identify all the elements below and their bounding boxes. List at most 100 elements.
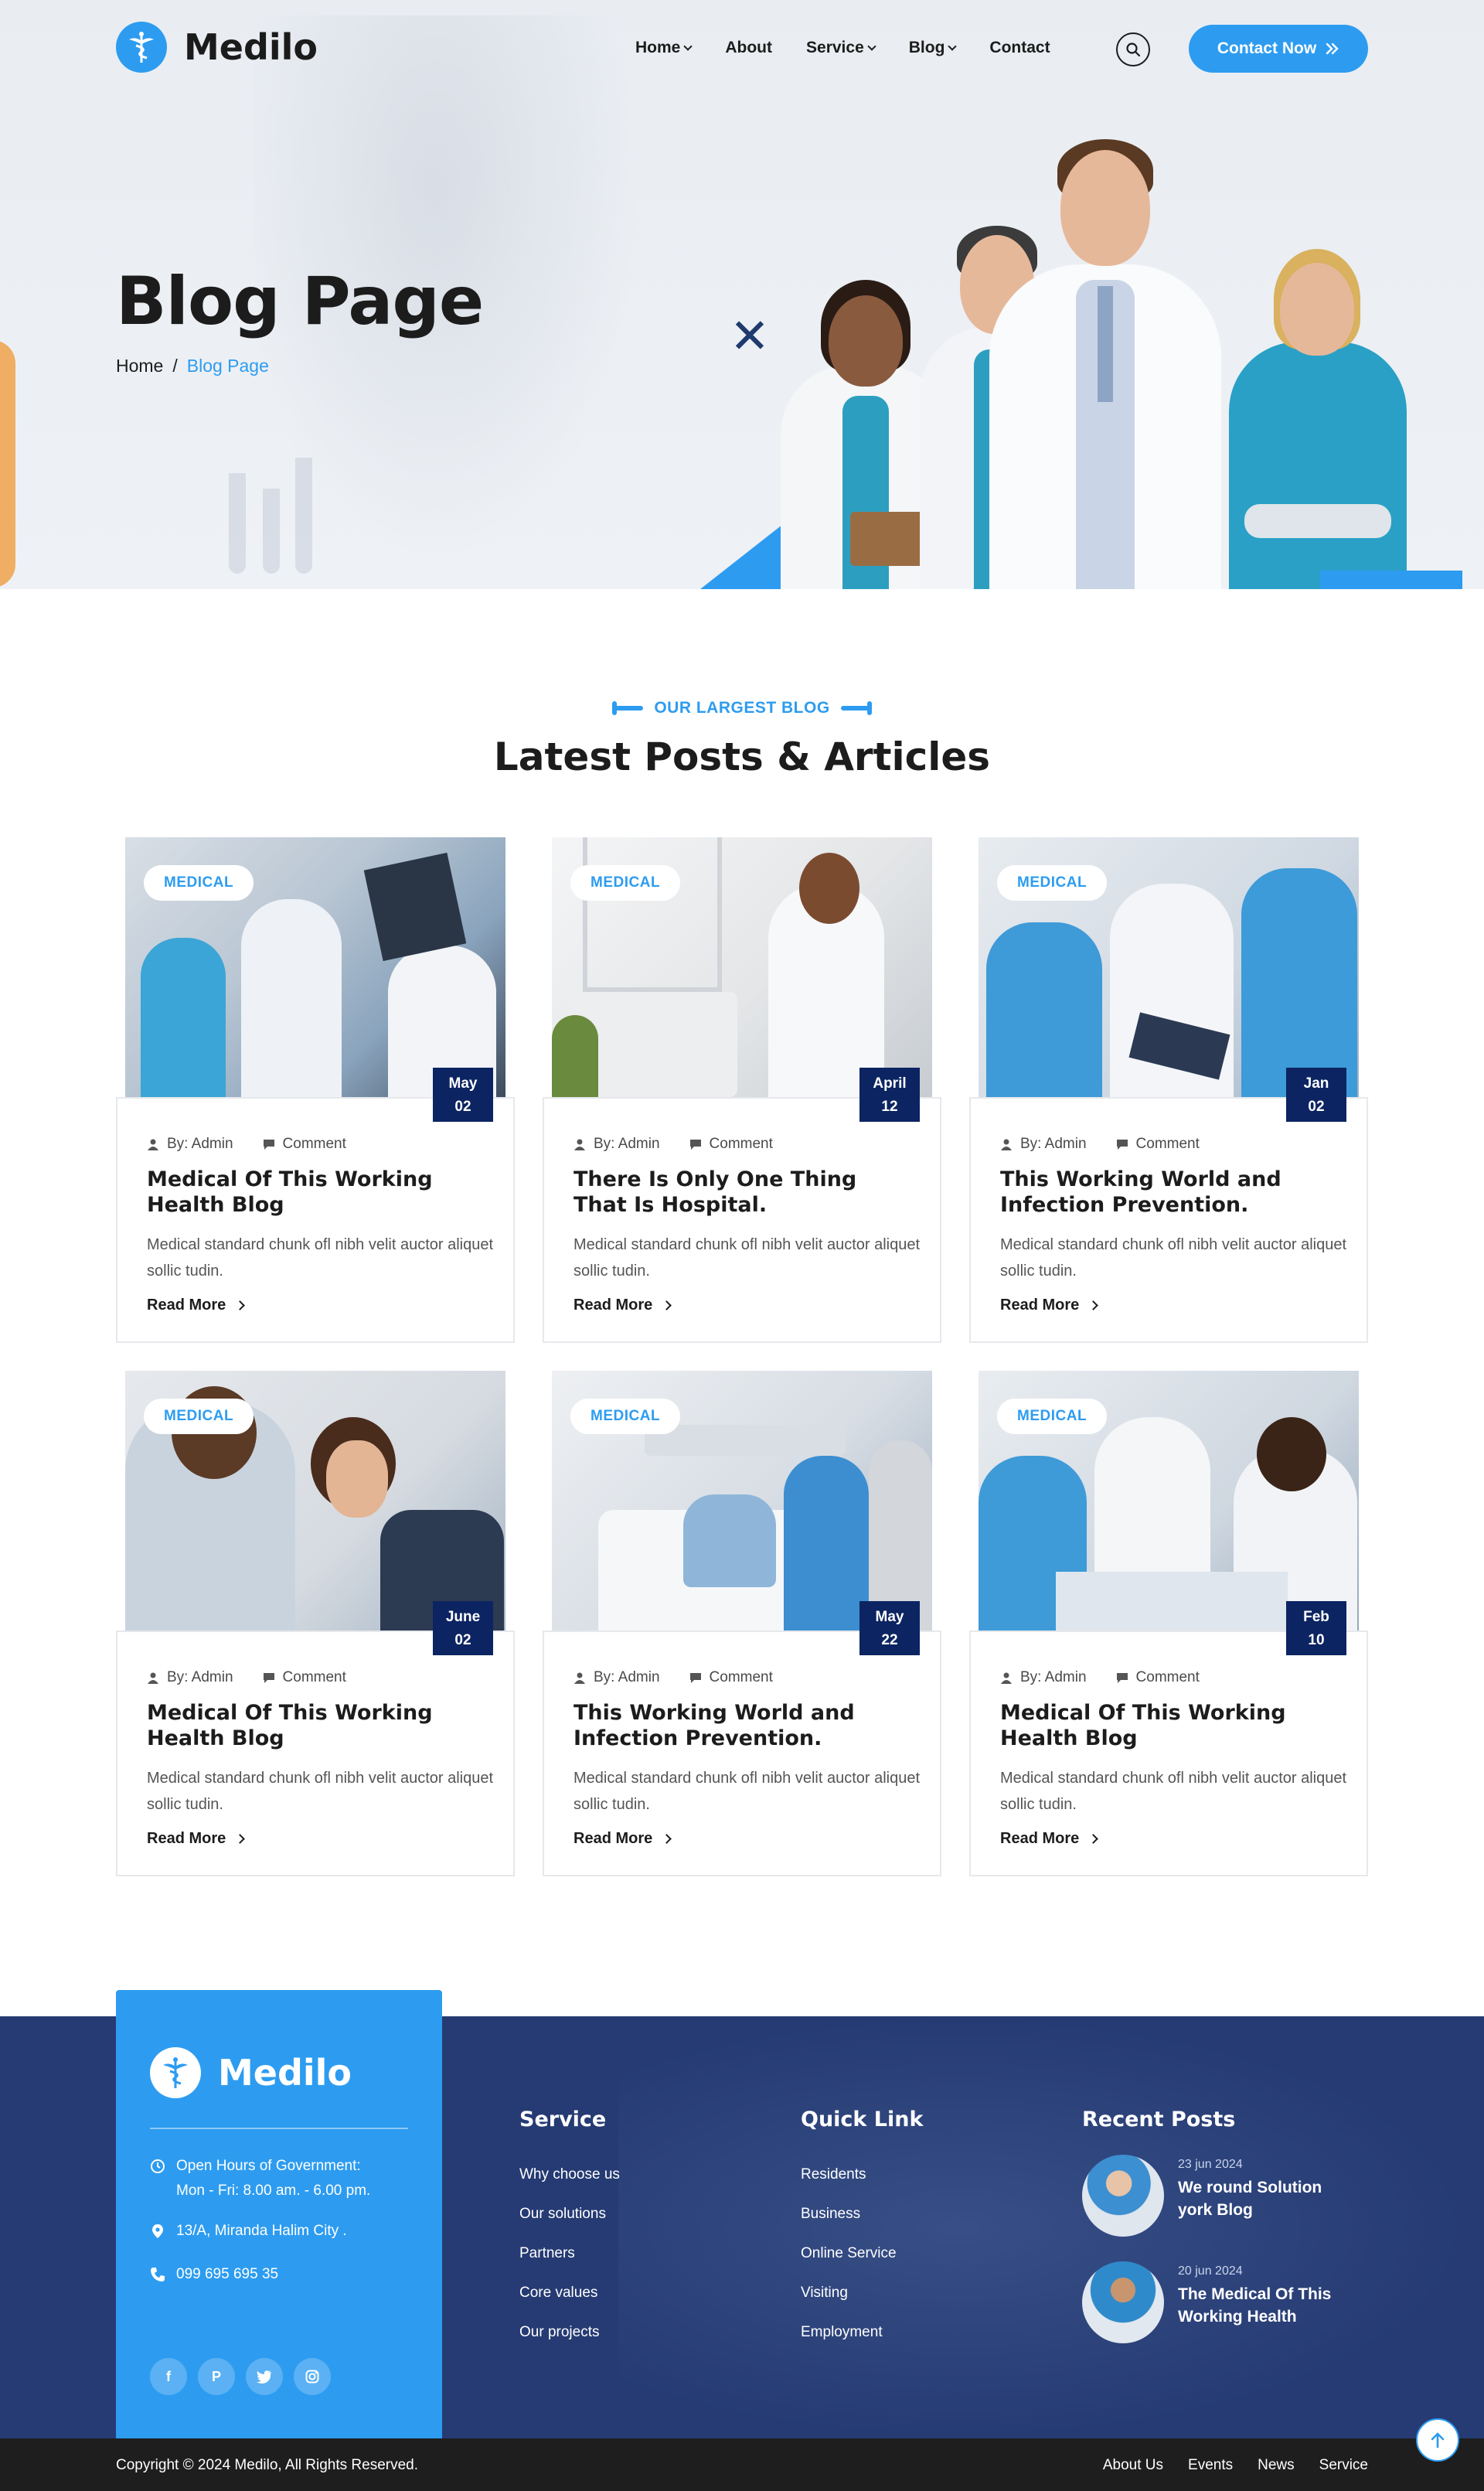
recent-post-item[interactable]: 23 jun 2024 We round Solution york Blog <box>1082 2155 1356 2237</box>
phone-icon <box>151 2268 165 2281</box>
footer-link[interactable]: Partners <box>519 2234 620 2273</box>
post-author-label: By: Admin <box>167 1136 233 1152</box>
read-more-link[interactable]: Read More <box>574 1297 672 1314</box>
post-meta: By: Admin Comment <box>574 1669 773 1686</box>
read-more-link[interactable]: Read More <box>147 1830 246 1848</box>
footer-recent-title: Recent Posts <box>1082 2108 1236 2131</box>
post-title[interactable]: Medical Of This Working Health Blog <box>147 1700 487 1751</box>
post-author-label: By: Admin <box>594 1136 660 1152</box>
post-author[interactable]: By: Admin <box>574 1669 660 1686</box>
footer-phone[interactable]: 099 695 695 35 <box>150 2262 278 2287</box>
read-more-link[interactable]: Read More <box>574 1830 672 1848</box>
recent-post-thumbnail[interactable] <box>1082 2261 1164 2343</box>
brand-logo[interactable]: Medilo <box>116 22 318 73</box>
recent-post-thumbnail[interactable] <box>1082 2155 1164 2237</box>
doctor-figure <box>1229 249 1407 589</box>
post-author[interactable]: By: Admin <box>1000 1669 1087 1686</box>
read-more-link[interactable]: Read More <box>1000 1830 1099 1848</box>
footer-link[interactable]: Core values <box>519 2273 620 2312</box>
post-author[interactable]: By: Admin <box>1000 1136 1087 1153</box>
category-tag[interactable]: MEDICAL <box>144 1399 254 1434</box>
post-comment[interactable]: Comment <box>1116 1136 1200 1153</box>
post-title[interactable]: This Working World and Infection Prevent… <box>1000 1167 1340 1218</box>
footer-link[interactable]: Why choose us <box>519 2155 620 2194</box>
footer-link[interactable]: Our solutions <box>519 2194 620 2234</box>
user-icon <box>148 1139 158 1150</box>
user-icon <box>1001 1672 1012 1684</box>
footer-link[interactable]: Business <box>801 2194 923 2234</box>
breadcrumb-home[interactable]: Home <box>116 356 163 377</box>
category-tag[interactable]: MEDICAL <box>570 865 681 901</box>
nav-contact[interactable]: Contact <box>989 39 1050 57</box>
recent-post-title[interactable]: The Medical Of This Working Health <box>1178 2283 1356 2328</box>
read-more-label: Read More <box>574 1830 653 1847</box>
brand-name: Medilo <box>184 26 318 68</box>
bottom-link-service[interactable]: Service <box>1319 2457 1368 2474</box>
footer-link[interactable]: Our projects <box>519 2312 620 2352</box>
recent-post-title[interactable]: We round Solution york Blog <box>1178 2176 1356 2221</box>
category-tag[interactable]: MEDICAL <box>144 865 254 901</box>
footer-link[interactable]: Visiting <box>801 2273 923 2312</box>
footer-link[interactable]: Online Service <box>801 2234 923 2273</box>
blog-card-image[interactable]: MEDICAL <box>552 1371 932 1631</box>
pinterest-icon[interactable]: P <box>198 2358 235 2395</box>
footer-divider <box>150 2128 408 2129</box>
post-date-badge: Feb 10 <box>1286 1601 1346 1655</box>
nav-blog[interactable]: Blog <box>909 39 958 57</box>
post-title[interactable]: Medical Of This Working Health Blog <box>147 1167 487 1218</box>
post-author-label: By: Admin <box>1020 1669 1087 1685</box>
blog-card-body: By: Admin Comment Medical Of This Workin… <box>116 1631 515 1876</box>
blog-card-image[interactable]: MEDICAL <box>125 1371 505 1631</box>
instagram-icon[interactable] <box>294 2358 331 2395</box>
bottom-link-about[interactable]: About Us <box>1103 2457 1163 2474</box>
post-date-month: May <box>448 1075 478 1092</box>
footer-brand-logo[interactable]: Medilo <box>150 2047 352 2098</box>
twitter-icon[interactable] <box>246 2358 283 2395</box>
search-icon <box>1126 43 1141 57</box>
read-more-link[interactable]: Read More <box>147 1297 246 1314</box>
post-comment[interactable]: Comment <box>263 1669 346 1686</box>
contact-now-button[interactable]: Contact Now <box>1189 25 1368 73</box>
eyebrow-right-dash <box>840 701 872 715</box>
copyright-text: Copyright © 2024 Medilo, All Rights Rese… <box>116 2457 419 2473</box>
category-tag[interactable]: MEDICAL <box>570 1399 681 1434</box>
post-author[interactable]: By: Admin <box>147 1669 233 1686</box>
blog-card-image[interactable]: MEDICAL <box>979 837 1359 1097</box>
bottom-link-events[interactable]: Events <box>1188 2457 1233 2474</box>
post-comment[interactable]: Comment <box>1116 1669 1200 1686</box>
footer-link[interactable]: Employment <box>801 2312 923 2352</box>
post-title[interactable]: This Working World and Infection Prevent… <box>574 1700 914 1751</box>
user-icon <box>1001 1139 1012 1150</box>
post-date-badge: May 22 <box>859 1601 920 1655</box>
post-author[interactable]: By: Admin <box>574 1136 660 1153</box>
primary-menu: Home About Service Blog Contact <box>635 39 1050 57</box>
nav-service[interactable]: Service <box>806 39 876 57</box>
blog-card-image[interactable]: MEDICAL <box>979 1371 1359 1631</box>
read-more-label: Read More <box>1000 1297 1080 1314</box>
category-tag[interactable]: MEDICAL <box>997 1399 1108 1434</box>
post-excerpt: Medical standard chunk ofl nibh velit au… <box>1000 1770 1347 1813</box>
footer-link[interactable]: Residents <box>801 2155 923 2194</box>
nav-about[interactable]: About <box>725 39 772 57</box>
post-comment[interactable]: Comment <box>689 1669 773 1686</box>
blog-card: MEDICAL June 02 By: Admin Comment Medical… <box>116 1371 515 1876</box>
search-button[interactable] <box>1116 32 1150 66</box>
nav-home[interactable]: Home <box>635 39 693 57</box>
facebook-icon[interactable]: f <box>150 2358 187 2395</box>
blog-card-image[interactable]: MEDICAL <box>125 837 505 1097</box>
post-comment[interactable]: Comment <box>263 1136 346 1153</box>
post-title[interactable]: Medical Of This Working Health Blog <box>1000 1700 1340 1751</box>
bottom-link-news[interactable]: News <box>1258 2457 1295 2474</box>
blog-card-image[interactable]: MEDICAL <box>552 837 932 1097</box>
post-date-month: June <box>445 1609 481 1625</box>
post-comment[interactable]: Comment <box>689 1136 773 1153</box>
scroll-to-top-button[interactable] <box>1416 2418 1459 2462</box>
post-title[interactable]: There Is Only One Thing That Is Hospital… <box>574 1167 914 1218</box>
post-author[interactable]: By: Admin <box>147 1136 233 1153</box>
recent-post-item[interactable]: 20 jun 2024 The Medical Of This Working … <box>1082 2261 1356 2343</box>
footer-bottom-links: About Us Events News Service <box>1103 2457 1368 2474</box>
comment-icon <box>1116 1673 1128 1683</box>
post-author-label: By: Admin <box>1020 1136 1087 1152</box>
read-more-link[interactable]: Read More <box>1000 1297 1099 1314</box>
category-tag[interactable]: MEDICAL <box>997 865 1108 901</box>
